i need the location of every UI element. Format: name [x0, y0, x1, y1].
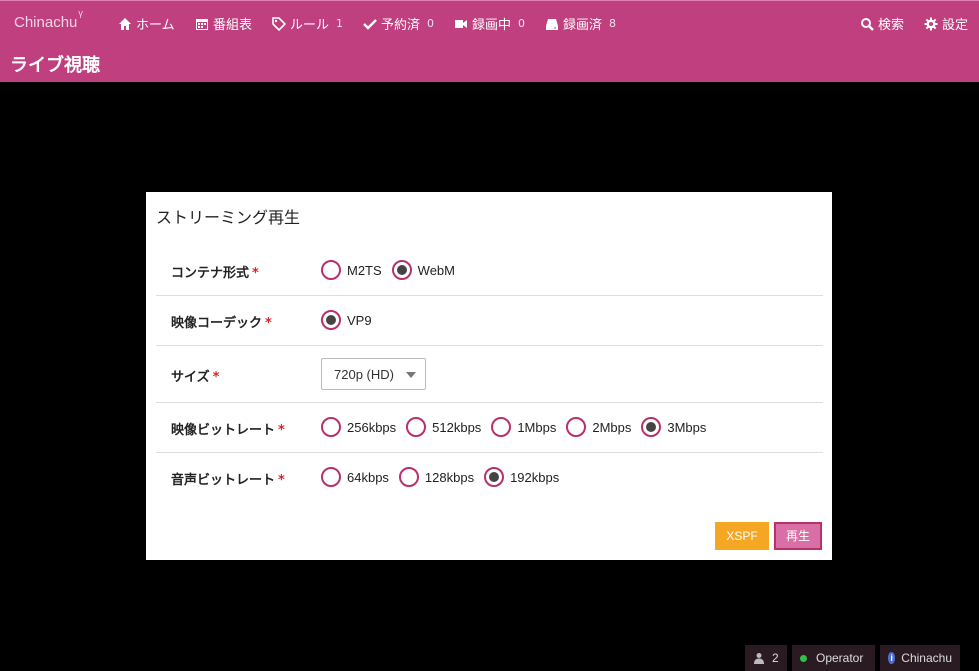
radio-vp9[interactable]: VP9 [321, 310, 372, 330]
radio-1mbps[interactable]: 1Mbps [491, 417, 556, 437]
video-bitrate-label: 映像ビットレート * [171, 423, 285, 438]
size-select-value: 720p (HD) [334, 367, 394, 382]
nav-search[interactable]: 検索 [860, 14, 904, 33]
audio-bitrate-options: 64kbps 128kbps 192kbps [321, 467, 569, 487]
gear-icon [924, 17, 938, 30]
tags-icon [272, 16, 286, 31]
radio-128kbps[interactable]: 128kbps [398, 467, 474, 487]
app-info-label: Chinachu [901, 651, 952, 665]
operator-label: Operator [816, 651, 864, 665]
viewer-count-badge[interactable]: 2 [745, 645, 787, 671]
video-camera-icon [455, 19, 467, 28]
radio-circle-selected[interactable] [484, 467, 505, 487]
container-format-label: コンテナ形式 * [171, 266, 259, 281]
radio-circle[interactable] [406, 417, 427, 437]
page-title: ライブ視聴 [10, 55, 100, 76]
video-codec-label: 映像コーデック * [171, 316, 272, 331]
video-codec-row: 映像コーデック * VP9 [156, 296, 823, 346]
radio-64kbps[interactable]: 64kbps [321, 467, 389, 487]
nav-recorded-label: 録画済 [563, 18, 603, 33]
calendar-icon [196, 18, 208, 30]
operator-status[interactable]: Operator [792, 645, 875, 671]
nav-home-label: ホーム [136, 18, 175, 33]
viewer-count: 2 [772, 651, 779, 665]
video-codec-options: VP9 [321, 310, 382, 330]
status-dot-icon [800, 654, 807, 662]
nav-recording-count: 0 [518, 17, 526, 30]
nav-reserved-label: 予約済 [381, 18, 421, 33]
nav-recording[interactable]: 録画中 0 [454, 14, 525, 33]
streaming-dialog: ストリーミング再生 コンテナ形式 * M2TS WebM 映像コーデック * VP9… [146, 192, 832, 560]
nav-rules-count: 1 [336, 17, 344, 30]
nav-rules[interactable]: ルール 1 [272, 14, 343, 33]
nav-recorded[interactable]: 録画済 8 [545, 14, 616, 33]
radio-m2ts[interactable]: M2TS [321, 260, 382, 280]
container-format-options: M2TS WebM [321, 260, 465, 280]
nav-reserved-count: 0 [427, 17, 435, 30]
check-icon [363, 18, 377, 30]
user-icon [754, 653, 764, 664]
nav-recorded-count: 8 [609, 17, 617, 30]
video-bitrate-row: 映像ビットレート * 256kbps 512kbps 1Mbps 2Mbps 3M… [156, 403, 823, 453]
radio-circle[interactable] [321, 260, 341, 280]
nav-recording-label: 録画中 [472, 18, 512, 33]
radio-512kbps[interactable]: 512kbps [406, 417, 481, 437]
audio-bitrate-row: 音声ビットレート * 64kbps 128kbps 192kbps [156, 453, 823, 503]
radio-circle-selected[interactable] [641, 417, 662, 437]
radio-circle-selected[interactable] [391, 260, 412, 280]
brand-text: Chinachu [14, 14, 78, 31]
nav-schedule-label: 番組表 [213, 18, 253, 33]
nav-row: Chinachuγ ホーム 番組表 ルール 1 予約済 0 録画中 0 録画済 [0, 1, 979, 43]
radio-circle[interactable] [398, 467, 419, 487]
brand-version: γ [78, 8, 83, 18]
radio-circle[interactable] [321, 467, 341, 487]
container-format-row: コンテナ形式 * M2TS WebM [156, 245, 823, 296]
xspf-button[interactable]: XSPF [715, 522, 769, 550]
radio-circle[interactable] [566, 417, 587, 437]
audio-bitrate-label: 音声ビットレート * [171, 473, 285, 488]
radio-3mbps[interactable]: 3Mbps [641, 417, 706, 437]
nav-settings[interactable]: 設定 [924, 14, 968, 33]
radio-192kbps[interactable]: 192kbps [484, 467, 559, 487]
dialog-title: ストリーミング再生 [156, 208, 301, 227]
radio-circle[interactable] [321, 417, 341, 437]
nav-settings-label: 設定 [942, 18, 969, 33]
nav-search-label: 検索 [878, 18, 905, 33]
nav-rules-label: ルール [290, 18, 330, 33]
play-button[interactable]: 再生 [774, 522, 822, 550]
size-row: サイズ * 720p (HD) [156, 346, 823, 403]
size-select[interactable]: 720p (HD) [321, 358, 426, 390]
video-bitrate-options: 256kbps 512kbps 1Mbps 2Mbps 3Mbps [321, 417, 716, 437]
radio-256kbps[interactable]: 256kbps [321, 417, 396, 437]
home-icon [119, 17, 131, 30]
radio-circle-selected[interactable] [321, 310, 341, 330]
radio-2mbps[interactable]: 2Mbps [566, 417, 631, 437]
info-icon: i [888, 652, 896, 664]
hdd-icon [546, 18, 558, 30]
chevron-down-icon [406, 372, 416, 378]
nav-reserved[interactable]: 予約済 0 [363, 14, 434, 33]
brand-logo[interactable]: Chinachuγ [14, 8, 83, 31]
radio-circle[interactable] [491, 417, 512, 437]
search-icon [861, 17, 874, 31]
app-info[interactable]: i Chinachu [880, 645, 960, 671]
radio-webm[interactable]: WebM [391, 260, 455, 280]
nav-schedule[interactable]: 番組表 [195, 14, 252, 33]
nav-home[interactable]: ホーム [118, 14, 175, 33]
top-navbar: Chinachuγ ホーム 番組表 ルール 1 予約済 0 録画中 0 録画済 [0, 0, 979, 82]
size-label: サイズ * [171, 370, 220, 385]
